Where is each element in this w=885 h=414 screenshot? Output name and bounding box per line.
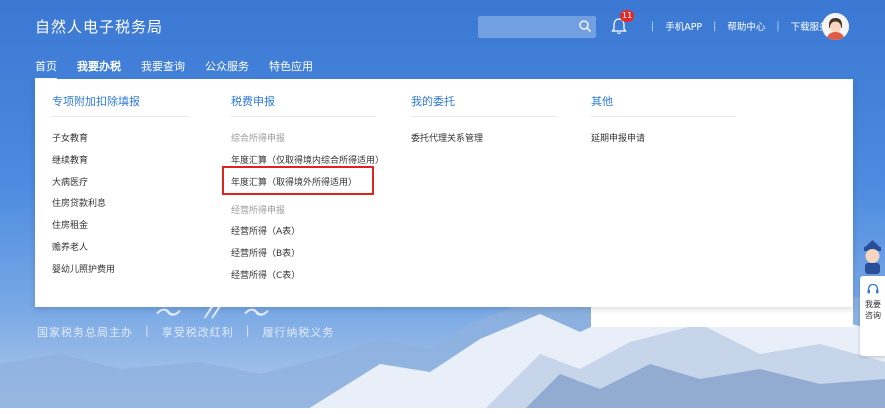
divider: | — [145, 324, 150, 337]
consult-widget[interactable]: 我要咨询 — [860, 236, 885, 356]
nav-public-service[interactable]: 公众服务 — [205, 58, 249, 74]
divider — [411, 116, 556, 117]
consult-label[interactable]: 我要咨询 — [865, 299, 883, 321]
divider — [591, 116, 736, 117]
menu-item-deferred-filing[interactable]: 延期申报申请 — [591, 131, 645, 144]
top-links: | 手机APP | 帮助中心 | 下载服务 — [640, 19, 829, 34]
main-nav: 首页 我要办税 我要查询 公众服务 特色应用 — [35, 58, 333, 80]
search-input[interactable] — [478, 16, 596, 38]
menu-heading-my-delegation[interactable]: 我的委托 — [411, 93, 455, 109]
menu-item-continuing-education[interactable]: 继续教育 — [52, 153, 88, 166]
menu-heading-special-deduction[interactable]: 专项附加扣除填报 — [52, 93, 140, 109]
headset-icon — [867, 283, 879, 294]
menu-heading-other[interactable]: 其他 — [591, 93, 613, 109]
menu-item-annual-settlement-domestic[interactable]: 年度汇算（仅取得境内综合所得适用） — [231, 153, 384, 166]
menu-heading-tax-declaration[interactable]: 税费申报 — [231, 93, 275, 109]
mega-menu-dropdown: 专项附加扣除填报 子女教育 继续教育 大病医疗 住房贷款利息 住房租金 赡养老人… — [35, 79, 853, 307]
site-title[interactable]: 自然人电子税务局 — [35, 16, 163, 37]
search-icon[interactable] — [578, 19, 592, 33]
menu-item-elderly-support[interactable]: 赡养老人 — [52, 240, 88, 253]
nav-tax-handling[interactable]: 我要办税 — [77, 58, 121, 74]
divider: | — [776, 20, 780, 32]
divider: | — [713, 20, 717, 32]
menu-group-label: 综合所得申报 — [231, 134, 286, 144]
menu-item-housing-rent[interactable]: 住房租金 — [52, 218, 88, 231]
mobile-app-link[interactable]: 手机APP — [665, 19, 702, 33]
slogan: 国家税务总局主办 | 享受税改红利 | 履行纳税义务 — [37, 324, 334, 340]
nav-home[interactable]: 首页 — [35, 58, 57, 80]
nav-featured-apps[interactable]: 特色应用 — [269, 58, 313, 74]
menu-group-label: 经营所得申报 — [231, 206, 286, 216]
bottom-strip — [0, 408, 885, 414]
avatar-icon[interactable] — [822, 13, 849, 40]
menu-item-business-income-a[interactable]: 经营所得（A表） — [231, 224, 300, 237]
slogan-part: 享受税改红利 — [161, 326, 234, 339]
menu-item-child-education[interactable]: 子女教育 — [52, 131, 88, 144]
menu-item-serious-illness[interactable]: 大病医疗 — [52, 175, 88, 188]
menu-item-agency-management[interactable]: 委托代理关系管理 — [411, 131, 483, 144]
menu-item-business-income-b[interactable]: 经营所得（B表） — [231, 246, 300, 259]
highlight-box — [222, 166, 374, 195]
help-center-link[interactable]: 帮助中心 — [727, 19, 765, 33]
divider — [52, 116, 188, 117]
nav-query[interactable]: 我要查询 — [141, 58, 185, 74]
divider: | — [245, 324, 251, 337]
notification-badge[interactable]: 11 — [620, 10, 635, 22]
slogan-part: 履行纳税义务 — [262, 326, 335, 339]
slogan-part: 国家税务总局主办 — [37, 326, 133, 339]
divider: | — [651, 20, 655, 32]
mascot-icon — [864, 240, 881, 274]
divider — [231, 116, 376, 117]
menu-item-mortgage-interest[interactable]: 住房贷款利息 — [52, 196, 106, 209]
menu-item-business-income-c[interactable]: 经营所得（C表） — [231, 268, 300, 281]
menu-item-infant-care[interactable]: 婴幼儿照护费用 — [52, 262, 115, 275]
